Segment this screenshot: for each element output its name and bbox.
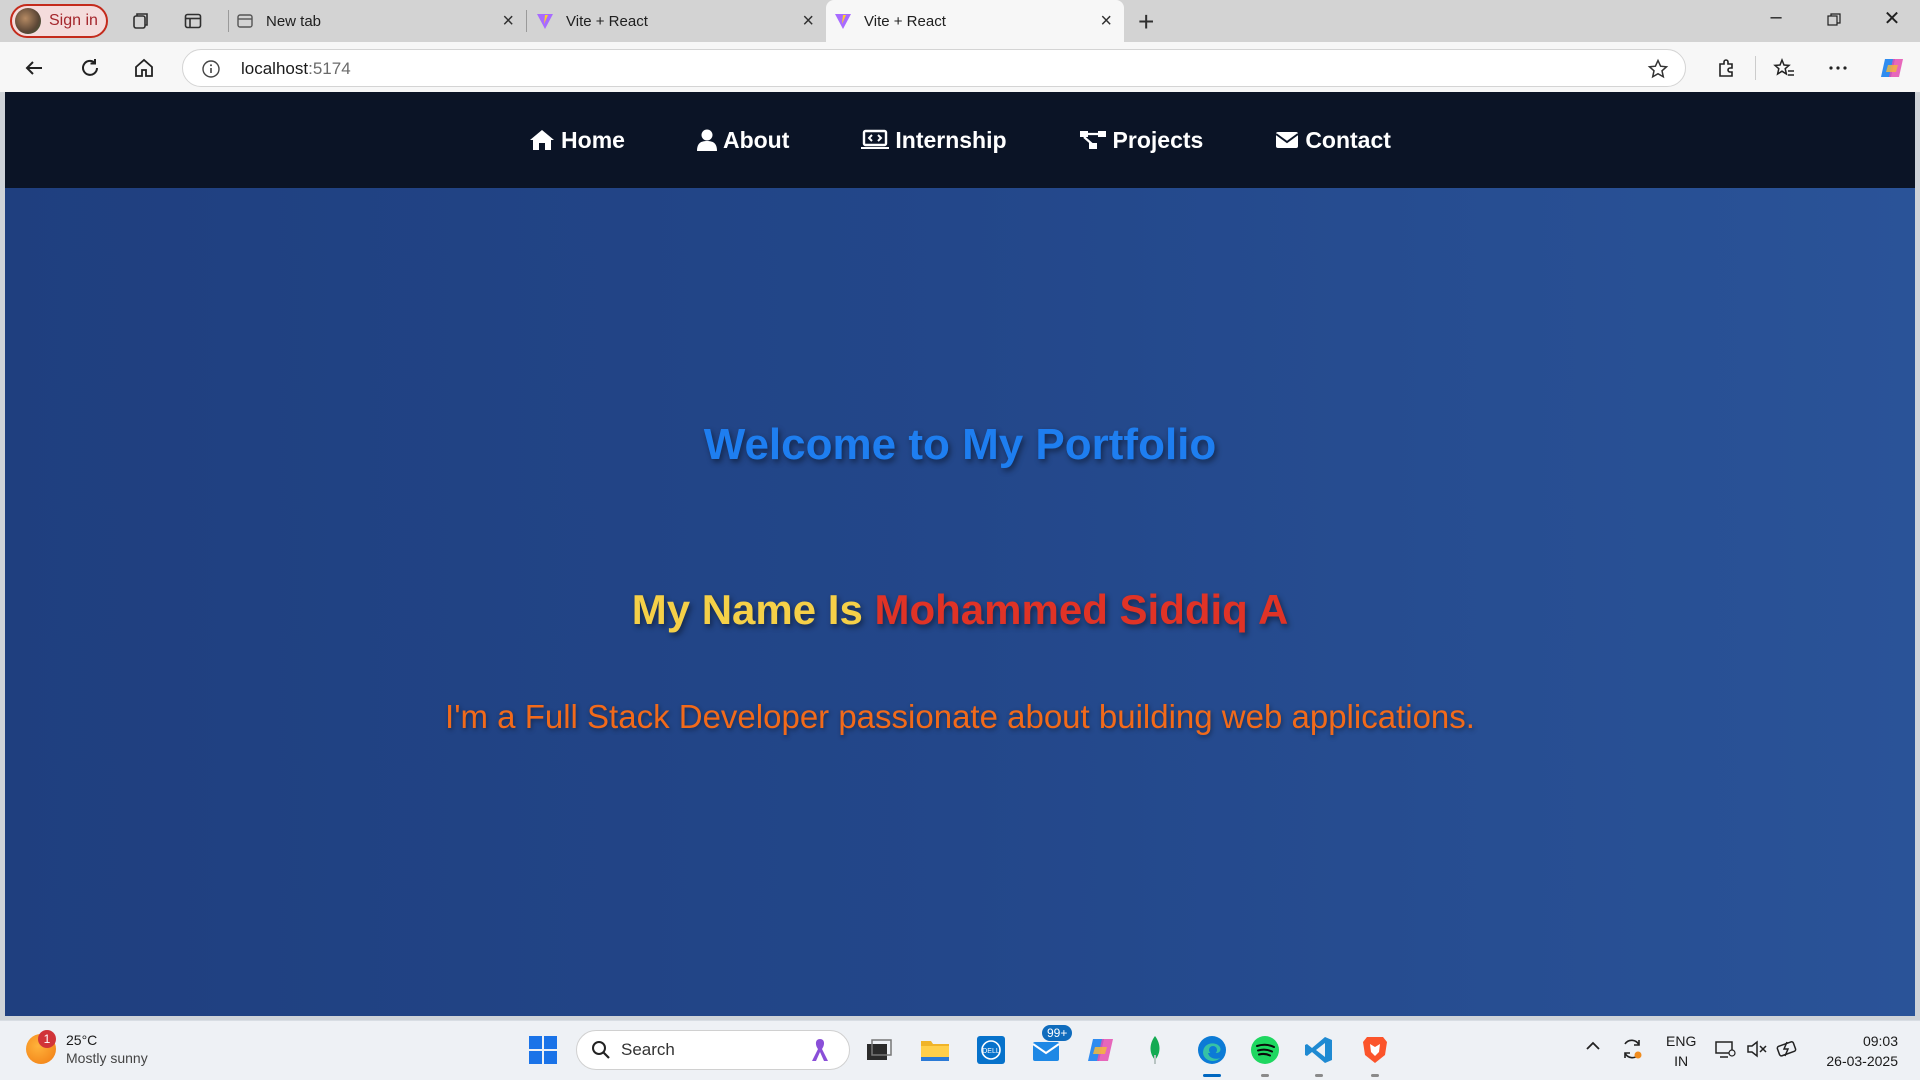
file-explorer-icon[interactable] [918,1033,952,1067]
tab-vite-react-1[interactable]: Vite + React × [536,0,826,42]
address-bar[interactable]: localhost:5174 [182,49,1686,87]
taskbar-search[interactable]: Search [576,1030,850,1070]
edge-browser-icon[interactable] [1194,1033,1230,1077]
weather-condition: Mostly sunny [66,1050,148,1066]
mongodb-compass-icon[interactable] [1138,1033,1172,1067]
nav-contact-link[interactable]: Contact [1275,127,1391,154]
close-tab-icon[interactable]: × [502,10,514,33]
restore-icon[interactable] [1814,10,1854,33]
battery-charging-icon[interactable] [1776,1039,1800,1062]
tab-title: Vite + React [864,12,946,30]
home-icon [530,130,555,150]
nav-internship-link[interactable]: Internship [861,126,1007,154]
nav-contact-label: Contact [1305,126,1391,153]
mail-badge: 99+ [1042,1025,1073,1041]
system-clock[interactable]: 09:03 26-03-2025 [1826,1031,1898,1071]
hero-title: Welcome to My Portfolio [703,420,1217,469]
nav-projects-label: Projects [1112,126,1204,153]
network-icon[interactable] [1714,1039,1736,1062]
copilot-app-icon[interactable] [1084,1033,1118,1067]
owner-name: Mohammed Siddiq A [874,586,1289,633]
windows-start-icon[interactable] [526,1033,560,1067]
tab-title: Vite + React [566,12,648,30]
active-app-indicator [1203,1074,1221,1077]
clock-date: 26-03-2025 [1826,1053,1898,1069]
workspaces-icon[interactable] [128,8,154,34]
more-options-icon[interactable] [1824,54,1852,82]
nav-about-link[interactable]: About [696,126,790,154]
sign-in-label: Sign in [49,12,98,29]
project-diagram-icon [1079,131,1106,149]
url-host: localhost [241,59,309,78]
awareness-ribbon-icon [812,1039,828,1061]
vite-logo-icon [537,14,553,29]
clock-time: 09:03 [1862,1033,1898,1049]
tab-vite-react-active[interactable]: Vite + React × [826,0,1124,42]
home-browser-icon[interactable] [130,54,158,82]
running-app-indicator [1371,1074,1379,1077]
toolbar-divider [1755,56,1756,80]
running-app-indicator [1315,1074,1323,1077]
favorite-star-icon[interactable] [1647,58,1669,85]
lang-line1: ENG [1666,1033,1697,1049]
url-text: localhost:5174 [241,59,351,79]
extensions-icon[interactable] [1712,54,1740,82]
user-icon [696,129,717,151]
nav-projects-link[interactable]: Projects [1079,126,1204,154]
hero-name-line: My Name Is Mohammed Siddiq A [5,586,1915,634]
brave-browser-icon[interactable] [1358,1033,1392,1077]
spotify-icon[interactable] [1248,1033,1282,1077]
laptop-code-icon [861,129,890,149]
volume-muted-icon[interactable] [1746,1039,1768,1062]
vite-logo-icon [835,14,851,29]
favorites-icon[interactable] [1770,54,1798,82]
search-icon [592,1041,610,1059]
close-tab-icon[interactable]: × [1100,10,1112,33]
tab-separator [526,10,527,32]
hero-subtitle: I'm a Full Stack Developer passionate ab… [445,698,1475,735]
tab-new-tab[interactable]: New tab × [236,0,526,42]
svg-text:DELL: DELL [982,1048,1000,1055]
browser-toolbar: localhost:5174 [0,42,1920,92]
site-navbar: Home About Internship Projects Contact [5,92,1915,188]
tab-separator [228,10,229,32]
nav-internship-label: Internship [895,126,1007,153]
weather-temp: 25°C [66,1032,98,1048]
dell-app-icon[interactable]: DELL [974,1033,1008,1067]
nav-home-link[interactable]: Home [529,127,625,154]
vertical-tabs-icon[interactable] [180,8,206,34]
new-tab-button[interactable]: + [1138,6,1154,38]
back-icon[interactable] [20,54,48,82]
nav-home-label: Home [561,126,625,153]
browser-tab-strip: Sign in New tab × Vite + React × Vite + … [0,0,1920,42]
weather-badge: 1 [38,1030,56,1048]
portfolio-page: Home About Internship Projects Contact W… [5,92,1915,1016]
site-info-icon[interactable] [201,59,221,84]
input-language-indicator[interactable]: ENG IN [1666,1031,1696,1071]
lang-line2: IN [1674,1053,1689,1069]
new-tab-favicon-icon [237,14,253,28]
sign-in-button[interactable]: Sign in [10,4,108,38]
show-hidden-icons[interactable] [1584,1037,1602,1058]
search-label: Search [621,1040,675,1059]
close-tab-icon[interactable]: × [802,10,814,33]
windows-taskbar: 1 25°C Mostly sunny Search DELL 99+ ENG … [0,1020,1920,1080]
profile-avatar [15,8,41,34]
weather-widget[interactable]: 1 25°C Mostly sunny [26,1030,148,1067]
url-port: :5174 [308,59,351,78]
envelope-icon [1275,132,1299,148]
minimize-icon[interactable]: – [1756,6,1796,29]
nav-about-label: About [722,126,790,153]
vscode-icon[interactable] [1302,1033,1336,1077]
task-view-icon[interactable] [862,1033,896,1067]
copilot-icon[interactable] [1878,54,1906,82]
running-app-indicator [1261,1074,1269,1077]
weather-sun-icon: 1 [26,1030,56,1064]
close-window-icon[interactable]: ✕ [1872,6,1912,31]
tab-title: New tab [266,12,322,30]
refresh-icon[interactable] [76,54,104,82]
sync-icon[interactable] [1620,1037,1644,1064]
name-prefix: My Name Is [631,586,863,633]
mail-icon[interactable]: 99+ [1030,1025,1073,1067]
